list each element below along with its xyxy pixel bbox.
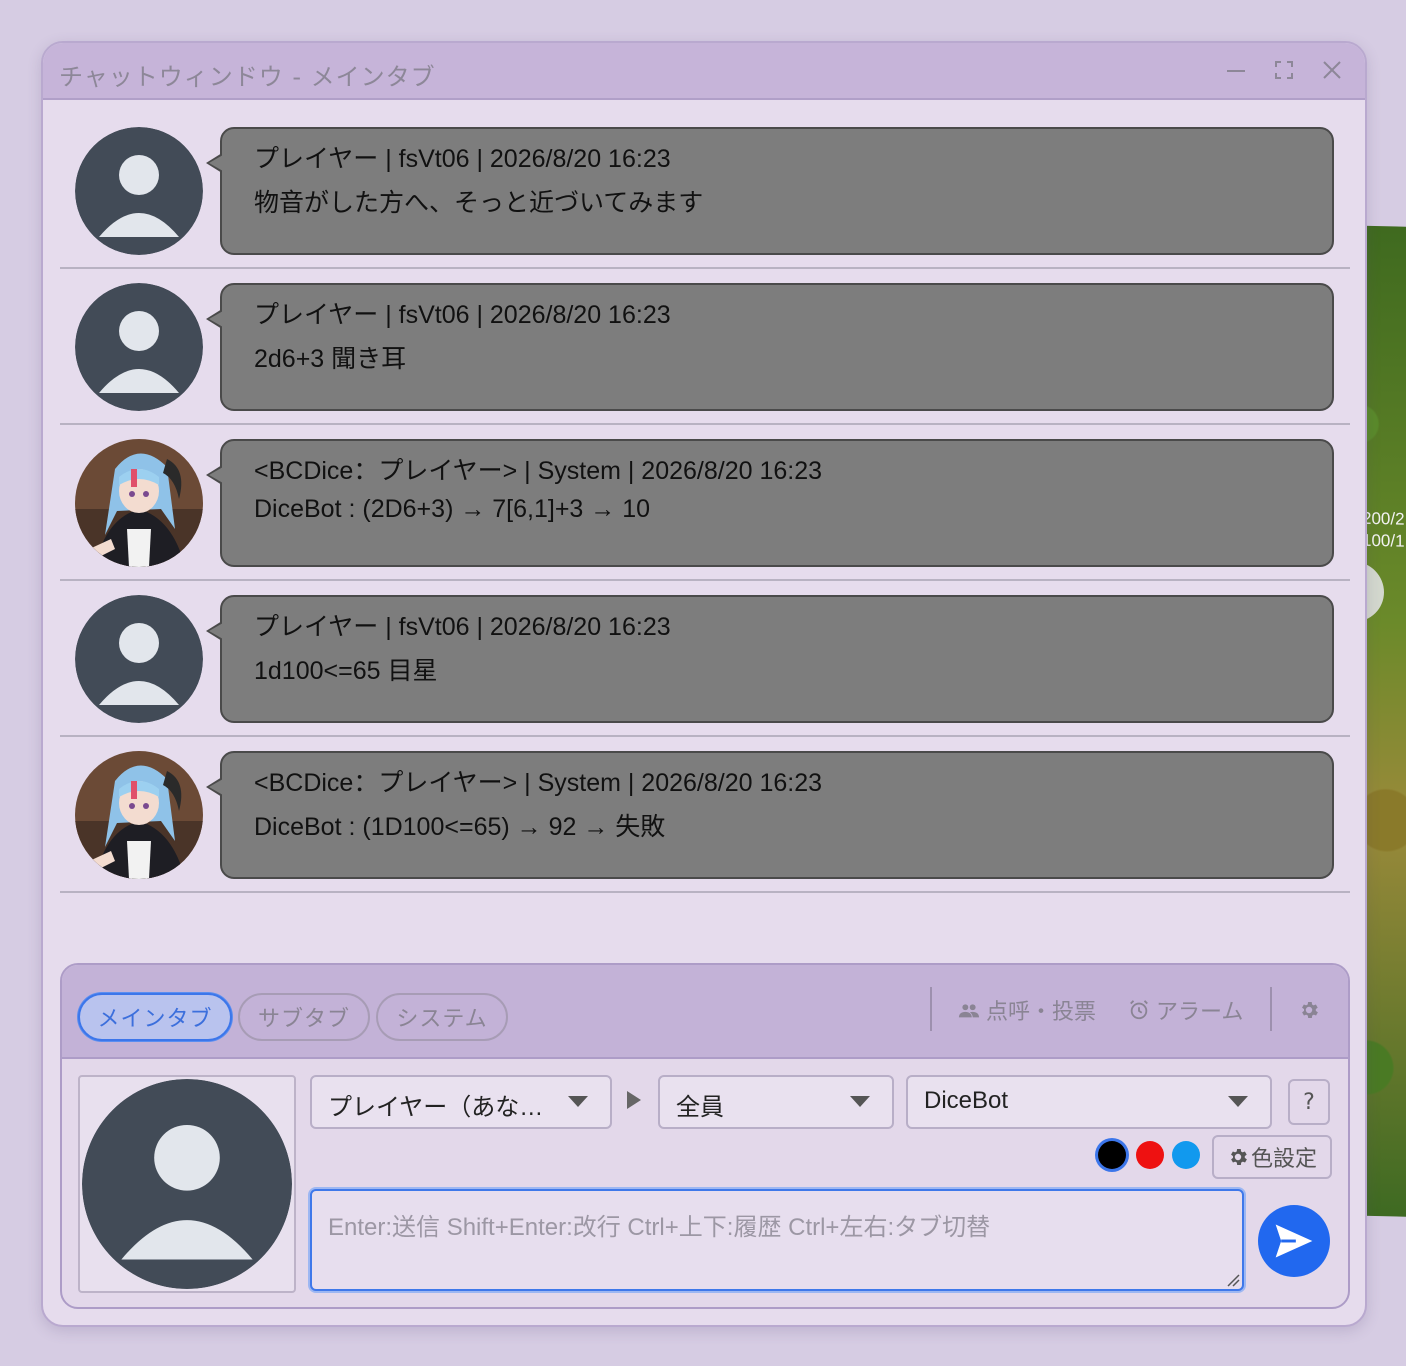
rollcall-label: 点呼・投票: [986, 1000, 1097, 1025]
message-bubble: プレイヤー | fsVt06 | 2026/8/20 16:23 1d100<=…: [206, 595, 1334, 723]
chat-window: チャットウィンドウ - メインタブ プレイヤー | fsVt06 | 2026/…: [41, 41, 1367, 1327]
people-icon: [958, 1004, 980, 1018]
color-swatch-blue[interactable]: [1172, 1141, 1200, 1169]
rollcall-button[interactable]: 点呼・投票: [958, 993, 1096, 1027]
default-user-icon: [82, 1079, 292, 1289]
character-portrait: [75, 439, 203, 567]
alarm-label: アラーム: [1156, 1000, 1244, 1025]
resize-handle-icon[interactable]: [1224, 1271, 1240, 1287]
chat-message: プレイヤー | fsVt06 | 2026/8/20 16:23 1d100<=…: [60, 581, 1350, 737]
message-text: 物音がした方へ、そっと近づいてみます: [254, 189, 704, 217]
toolbar-divider: [1270, 987, 1272, 1031]
chat-message: <BCDice：プレイヤー> | System | 2026/8/20 16:2…: [60, 425, 1350, 581]
color-swatch-black[interactable]: [1098, 1141, 1126, 1169]
toolbar-divider: [930, 987, 932, 1031]
color-settings-button[interactable]: 色設定: [1212, 1135, 1332, 1179]
chevron-down-icon: [1228, 1096, 1248, 1107]
character-avatar[interactable]: [78, 1075, 296, 1293]
character-select[interactable]: プレイヤー（あな…: [310, 1075, 612, 1129]
message-text: 2d6+3 聞き耳: [254, 345, 407, 373]
arrow-right-icon: [627, 1091, 641, 1109]
alarm-button[interactable]: アラーム: [1128, 993, 1243, 1027]
message-text: DiceBot : (2D6+3) → 7[6,1]+3 → 10: [254, 495, 651, 523]
message-meta: プレイヤー | fsVt06 | 2026/8/20 16:23: [254, 301, 671, 329]
minimize-icon[interactable]: [1223, 57, 1249, 83]
tab-system[interactable]: システム: [376, 993, 508, 1041]
input-panel: メインタブ サブタブ システム 点呼・投票 アラーム プレイヤー（あな… 全員 …: [60, 963, 1350, 1309]
message-bubble: <BCDice：プレイヤー> | System | 2026/8/20 16:2…: [206, 751, 1334, 879]
tab-main[interactable]: メインタブ: [78, 993, 232, 1041]
chat-message: プレイヤー | fsVt06 | 2026/8/20 16:23 物音がした方へ…: [60, 113, 1350, 269]
character-portrait: [75, 751, 203, 879]
title-bar[interactable]: チャットウィンドウ - メインタブ: [43, 43, 1365, 100]
tab-bar: メインタブ サブタブ システム 点呼・投票 アラーム: [62, 965, 1348, 1059]
send-button[interactable]: [1258, 1205, 1330, 1277]
map-coordinates: 200/2 100/1: [1362, 508, 1405, 551]
color-settings-label: 色設定: [1250, 1147, 1317, 1172]
chat-message: プレイヤー | fsVt06 | 2026/8/20 16:23 2d6+3 聞…: [60, 269, 1350, 425]
send-icon: [1275, 1224, 1313, 1258]
message-meta: <BCDice：プレイヤー> | System | 2026/8/20 16:2…: [254, 457, 823, 485]
message-bubble: プレイヤー | fsVt06 | 2026/8/20 16:23 2d6+3 聞…: [206, 283, 1334, 411]
message-input-placeholder: Enter:送信 Shift+Enter:改行 Ctrl+上下:履歴 Ctrl+…: [328, 1214, 991, 1241]
gear-icon: [1231, 1149, 1247, 1165]
dicebot-select[interactable]: DiceBot: [906, 1075, 1272, 1129]
color-swatch-red[interactable]: [1136, 1141, 1164, 1169]
gear-icon[interactable]: [1298, 993, 1320, 1027]
default-user-icon: [75, 595, 203, 723]
target-select[interactable]: 全員: [658, 1075, 894, 1129]
chevron-down-icon: [850, 1096, 870, 1107]
message-meta: <BCDice：プレイヤー> | System | 2026/8/20 16:2…: [254, 769, 823, 797]
message-bubble: <BCDice：プレイヤー> | System | 2026/8/20 16:2…: [206, 439, 1334, 567]
tab-sub[interactable]: サブタブ: [238, 993, 370, 1041]
chevron-down-icon: [568, 1096, 588, 1107]
message-meta: プレイヤー | fsVt06 | 2026/8/20 16:23: [254, 145, 671, 173]
message-text: DiceBot : (1D100<=65) → 92 → 失敗: [254, 813, 666, 841]
window-title: チャットウィンドウ - メインタブ: [59, 63, 436, 91]
close-icon[interactable]: [1319, 57, 1345, 83]
help-button[interactable]: ?: [1288, 1079, 1330, 1125]
message-text: 1d100<=65 目星: [254, 657, 438, 685]
message-meta: プレイヤー | fsVt06 | 2026/8/20 16:23: [254, 613, 671, 641]
message-list[interactable]: プレイヤー | fsVt06 | 2026/8/20 16:23 物音がした方へ…: [60, 113, 1350, 893]
message-bubble: プレイヤー | fsVt06 | 2026/8/20 16:23 物音がした方へ…: [206, 127, 1334, 255]
maximize-icon[interactable]: [1271, 57, 1297, 83]
alarm-icon: [1130, 1000, 1148, 1020]
default-user-icon: [75, 283, 203, 411]
default-user-icon: [75, 127, 203, 255]
chat-message: <BCDice：プレイヤー> | System | 2026/8/20 16:2…: [60, 737, 1350, 893]
message-input[interactable]: Enter:送信 Shift+Enter:改行 Ctrl+上下:履歴 Ctrl+…: [310, 1189, 1244, 1291]
